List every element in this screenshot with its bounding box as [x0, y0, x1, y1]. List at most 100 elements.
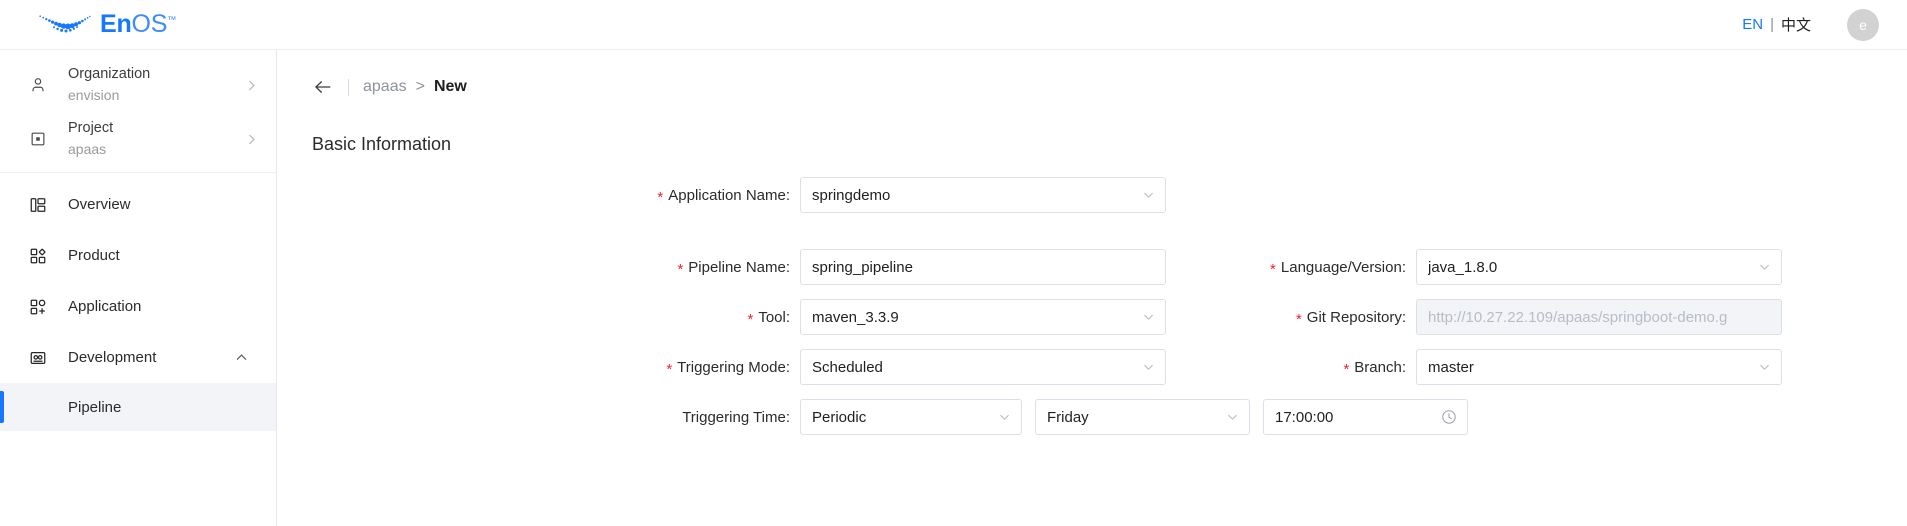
sidebar-item-development[interactable]: Development: [0, 332, 276, 383]
required-asterisk: *: [1270, 260, 1276, 278]
pipeline-name-value: spring_pipeline: [812, 258, 913, 276]
app-header: EnOS™ EN | 中文 e: [0, 0, 1907, 50]
label-text-language-version: Language/Version:: [1280, 258, 1406, 276]
enos-wordmark: EnOS™: [100, 12, 176, 37]
sidebar-label-application: Application: [68, 298, 142, 315]
lang-separator: |: [1770, 16, 1774, 33]
label-text-branch: Branch:: [1354, 358, 1406, 376]
language-version-value: java_1.8.0: [1428, 258, 1498, 276]
sidebar-label-pipeline: Pipeline: [68, 398, 122, 416]
label-text-git-repository: Git Repository:: [1306, 308, 1406, 326]
label-text-triggering-time: Triggering Time:: [682, 408, 790, 426]
application-name-value: springdemo: [812, 186, 891, 204]
clock-icon[interactable]: [1441, 409, 1457, 425]
triggering-time-value: 17:00:00: [1275, 408, 1334, 426]
breadcrumb-separator: >: [415, 78, 425, 95]
application-icon: [28, 297, 48, 317]
breadcrumb-divider: [348, 78, 349, 96]
required-asterisk: *: [657, 188, 664, 206]
label-text-tool: Tool:: [758, 308, 790, 326]
pipeline-form: * Application Name: springdemo * Pipelin…: [278, 177, 1907, 435]
chevron-down-icon: [1226, 411, 1239, 424]
label-pipeline-name: * Pipeline Name:: [630, 258, 790, 278]
tool-value: maven_3.3.9: [812, 308, 899, 326]
chevron-down-icon: [1758, 261, 1771, 274]
label-text-pipeline-name: Pipeline Name:: [688, 258, 790, 276]
language-switcher[interactable]: EN | 中文: [1742, 14, 1811, 35]
form-row-application-name: * Application Name: springdemo: [278, 177, 1907, 213]
sidebar-label-development: Development: [68, 349, 157, 366]
chevron-up-icon[interactable]: [235, 351, 248, 364]
enos-logo[interactable]: EnOS™: [38, 0, 176, 50]
chevron-down-icon: [1142, 361, 1155, 374]
organization-value: envision: [68, 87, 120, 103]
sidebar-label-product: Product: [68, 247, 120, 264]
enos-logo-dots-icon: [39, 14, 91, 32]
breadcrumb: apaas > New: [312, 70, 1907, 104]
sidebar-label-overview: Overview: [68, 196, 131, 213]
language-version-select[interactable]: java_1.8.0: [1416, 249, 1782, 285]
chevron-down-icon: [998, 411, 1011, 424]
branch-value: master: [1428, 358, 1474, 376]
triggering-day-select[interactable]: Friday: [1035, 399, 1250, 435]
user-icon: [28, 75, 48, 95]
form-row-pipeline-name: * Pipeline Name: spring_pipeline * Langu…: [278, 249, 1907, 285]
sidebar: Organization envision Project apaas Over…: [0, 50, 277, 526]
required-asterisk: *: [677, 260, 684, 278]
sidebar-item-pipeline[interactable]: Pipeline: [0, 383, 276, 431]
label-text-application-name: Application Name:: [668, 186, 790, 204]
required-asterisk: *: [666, 360, 673, 378]
form-row-triggering-mode: * Triggering Mode: Scheduled * Branch: m…: [278, 349, 1907, 385]
chevron-right-icon: [245, 79, 258, 92]
triggering-frequency-select[interactable]: Periodic: [800, 399, 1022, 435]
project-value: apaas: [68, 141, 107, 157]
form-row-triggering-time: Triggering Time: Periodic Friday 17:00:0…: [278, 399, 1907, 435]
triggering-day-value: Friday: [1047, 408, 1089, 426]
arrow-left-icon[interactable]: [312, 76, 334, 98]
sidebar-item-application[interactable]: Application: [0, 281, 276, 332]
required-asterisk: *: [1295, 310, 1302, 328]
required-asterisk: *: [1343, 360, 1350, 378]
logo-text-os: OS: [131, 10, 168, 38]
label-text-triggering-mode: Triggering Mode:: [677, 358, 790, 376]
branch-select[interactable]: master: [1416, 349, 1782, 385]
development-icon: [28, 348, 48, 368]
form-row-tool: * Tool: maven_3.3.9 * Git Repository: ht…: [278, 299, 1907, 335]
overview-icon: [28, 195, 48, 215]
lang-option-zh[interactable]: 中文: [1781, 14, 1811, 35]
pipeline-name-input[interactable]: spring_pipeline: [800, 249, 1166, 285]
tool-select[interactable]: maven_3.3.9: [800, 299, 1166, 335]
label-git-repository: * Git Repository:: [1216, 308, 1406, 328]
triggering-mode-value: Scheduled: [812, 358, 883, 376]
header-actions: EN | 中文 e: [1742, 8, 1879, 41]
organization-texts: Organization envision: [68, 64, 150, 106]
chevron-down-icon: [1142, 311, 1155, 324]
product-icon: [28, 246, 48, 266]
triggering-mode-select[interactable]: Scheduled: [800, 349, 1166, 385]
lang-option-en[interactable]: EN: [1742, 16, 1763, 33]
label-tool: * Tool:: [630, 308, 790, 328]
chevron-down-icon: [1142, 189, 1155, 202]
sidebar-item-organization[interactable]: Organization envision: [0, 58, 276, 112]
logo-text-en: En: [100, 10, 132, 38]
main-content: apaas > New Basic Information * Applicat…: [278, 50, 1907, 526]
sidebar-item-product[interactable]: Product: [0, 230, 276, 281]
project-icon: [28, 129, 48, 149]
git-repository-input: http://10.27.22.109/apaas/springboot-dem…: [1416, 299, 1782, 335]
breadcrumb-current: New: [433, 78, 467, 95]
label-branch: * Branch:: [1216, 358, 1406, 378]
label-triggering-mode: * Triggering Mode:: [630, 358, 790, 378]
application-name-select[interactable]: springdemo: [800, 177, 1166, 213]
logo-trademark: ™: [167, 14, 177, 25]
label-language-version: * Language/Version:: [1216, 258, 1406, 278]
sidebar-item-project[interactable]: Project apaas: [0, 112, 276, 166]
avatar[interactable]: e: [1847, 8, 1879, 41]
git-repository-value: http://10.27.22.109/apaas/springboot-dem…: [1428, 308, 1728, 326]
page-title: Basic Information: [312, 134, 452, 154]
sidebar-item-overview[interactable]: Overview: [0, 179, 276, 230]
label-application-name: * Application Name:: [618, 186, 790, 206]
required-asterisk: *: [747, 310, 754, 328]
sidebar-context-block: Organization envision Project apaas: [0, 50, 276, 173]
triggering-time-input[interactable]: 17:00:00: [1263, 399, 1468, 435]
breadcrumb-parent[interactable]: apaas: [363, 78, 407, 96]
